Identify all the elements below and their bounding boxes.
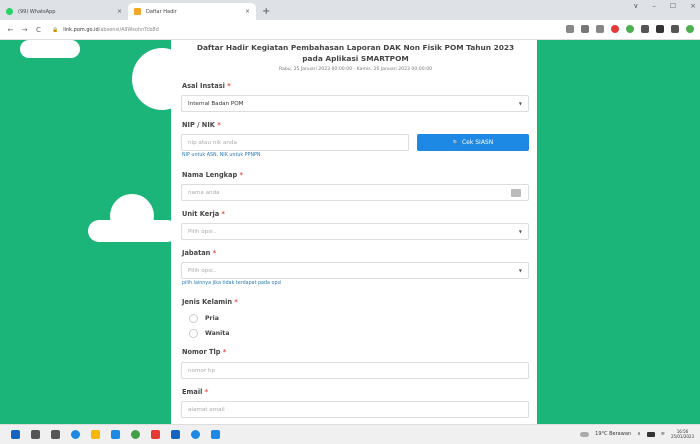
taskbar-app-icon[interactable] bbox=[111, 430, 120, 439]
label-nomor-tlp: Nomor Tlp * bbox=[182, 348, 227, 356]
extension-icons bbox=[566, 25, 694, 33]
extension-icon[interactable] bbox=[686, 25, 694, 33]
back-icon[interactable]: ← bbox=[7, 26, 14, 34]
label-jenis-kelamin: Jenis Kelamin * bbox=[182, 298, 238, 306]
taskbar-app-icon[interactable] bbox=[211, 430, 220, 439]
jabatan-select[interactable]: Pilih opsi.. ▼ bbox=[181, 262, 529, 279]
chevron-up-icon[interactable]: ∧ bbox=[637, 431, 641, 437]
nomor-tlp-input[interactable]: nomor hp bbox=[181, 362, 529, 379]
whatsapp-icon bbox=[6, 8, 13, 15]
windows-start-icon[interactable] bbox=[11, 430, 20, 439]
search-icon[interactable] bbox=[31, 430, 40, 439]
cloud-icon bbox=[132, 48, 192, 110]
radio-circle bbox=[189, 329, 198, 338]
tab-title: Daftar Hadir bbox=[146, 8, 177, 15]
label-email: Email * bbox=[182, 388, 209, 396]
clock[interactable]: 16:56 25/01/2023 bbox=[671, 429, 694, 439]
extension-icon[interactable] bbox=[611, 25, 619, 33]
chevron-down-icon: ▼ bbox=[518, 101, 522, 106]
reload-icon[interactable]: C bbox=[35, 26, 42, 34]
extension-icon[interactable] bbox=[626, 25, 634, 33]
taskbar-app-icon[interactable] bbox=[171, 430, 180, 439]
email-input[interactable]: alamat email bbox=[181, 401, 529, 418]
forward-icon[interactable]: → bbox=[21, 26, 28, 34]
label-unit-kerja: Unit Kerja * bbox=[182, 210, 225, 218]
maximize-icon[interactable]: ☐ bbox=[670, 2, 676, 10]
extension-icon[interactable] bbox=[641, 25, 649, 33]
nama-input[interactable]: nama anda bbox=[181, 184, 529, 201]
search-icon: 🔍 bbox=[452, 139, 459, 146]
extension-icon[interactable] bbox=[581, 25, 589, 33]
system-tray: 19°C Berawan ∧ ≋ 16:56 25/01/2023 bbox=[580, 429, 694, 439]
lock-icon: 🔒 bbox=[52, 26, 59, 33]
label-nama-lengkap: Nama Lengkap * bbox=[182, 171, 243, 179]
battery-icon[interactable] bbox=[646, 431, 655, 437]
taskbar-app-icon[interactable] bbox=[131, 430, 140, 439]
tab-daftar-hadir[interactable]: Daftar Hadir × bbox=[128, 3, 256, 20]
extension-icon[interactable] bbox=[656, 25, 664, 33]
tab-whatsapp[interactable]: (99) WhatsApp × bbox=[0, 3, 128, 20]
tab-title: (99) WhatsApp bbox=[18, 8, 56, 15]
label-asal-instasi: Asal Instasi * bbox=[182, 82, 231, 90]
label-jabatan: Jabatan * bbox=[182, 249, 217, 257]
jabatan-hint: pilih lainnya jika tidak terdapat pada o… bbox=[182, 281, 282, 286]
window-controls: ∨ – ☐ × bbox=[633, 2, 696, 10]
asal-instasi-select[interactable]: Internal Badan POM ▼ bbox=[181, 95, 529, 112]
weather-text[interactable]: 19°C Berawan bbox=[595, 431, 631, 437]
minimize-icon[interactable]: – bbox=[652, 2, 656, 10]
close-window-icon[interactable]: × bbox=[690, 2, 696, 10]
tab-close-icon[interactable]: × bbox=[245, 8, 250, 15]
cloud-weather-icon bbox=[580, 431, 590, 437]
taskbar-app-icon[interactable] bbox=[91, 430, 100, 439]
address-bar: ← → C 🔒 link.pom.go.id/absensi/AllWsohnT… bbox=[0, 20, 700, 40]
url-host: link.pom.go.id bbox=[63, 26, 99, 33]
url-field[interactable]: 🔒 link.pom.go.id/absensi/AllWsohnTcb8d bbox=[52, 27, 159, 33]
unit-kerja-select[interactable]: Pilih opsi.. ▼ bbox=[181, 223, 529, 240]
taskbar-app-icon[interactable] bbox=[151, 430, 160, 439]
tab-search-icon[interactable]: ∨ bbox=[633, 2, 638, 10]
browser-tab-strip: (99) WhatsApp × Daftar Hadir × + ∨ – ☐ × bbox=[0, 0, 700, 20]
form-title: Daftar Hadir Kegiatan Pembahasan Laporan… bbox=[196, 43, 515, 63]
label-nip-nik: NIP / NIK * bbox=[182, 121, 221, 129]
attendance-form: Daftar Hadir Kegiatan Pembahasan Laporan… bbox=[171, 40, 537, 424]
page-background: Daftar Hadir Kegiatan Pembahasan Laporan… bbox=[0, 40, 700, 424]
url-path: /absensi/AllWsohnTcb8d bbox=[98, 26, 159, 33]
taskbar-app-icon[interactable] bbox=[191, 430, 200, 439]
radio-pria[interactable]: Pria bbox=[189, 314, 219, 323]
extension-icon[interactable] bbox=[671, 25, 679, 33]
tab-close-icon[interactable]: × bbox=[117, 8, 122, 15]
taskbar-apps bbox=[0, 430, 220, 439]
nip-input[interactable]: nip atau nik anda bbox=[181, 134, 409, 151]
new-tab-button[interactable]: + bbox=[262, 3, 270, 20]
extension-icon[interactable] bbox=[566, 25, 574, 33]
taskbar-app-icon[interactable] bbox=[51, 430, 60, 439]
nip-hint: NIP untuk ASN, NIK untuk PPNPN bbox=[182, 153, 261, 158]
cloud-icon bbox=[88, 190, 178, 242]
taskbar: 19°C Berawan ∧ ≋ 16:56 25/01/2023 bbox=[0, 424, 700, 444]
radio-wanita[interactable]: Wanita bbox=[189, 329, 229, 338]
contact-card-icon bbox=[511, 188, 521, 197]
cloud-icon bbox=[20, 40, 80, 60]
cek-siasn-button[interactable]: 🔍 Cek SIASN bbox=[417, 134, 529, 151]
extension-icon[interactable] bbox=[596, 25, 604, 33]
form-subtitle: Rabu, 25 Januari 2023 00:00:00 - Kamis, … bbox=[278, 67, 433, 72]
chevron-down-icon: ▼ bbox=[518, 229, 522, 234]
pen-icon bbox=[134, 8, 141, 15]
taskbar-app-icon[interactable] bbox=[71, 430, 80, 439]
radio-circle bbox=[189, 314, 198, 323]
chevron-down-icon: ▼ bbox=[518, 268, 522, 273]
wifi-icon[interactable]: ≋ bbox=[661, 431, 665, 437]
